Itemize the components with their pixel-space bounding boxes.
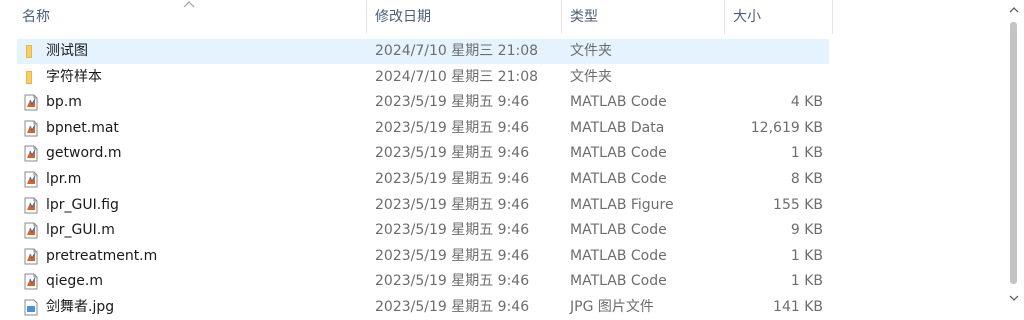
matlab-file-icon [24, 197, 38, 214]
column-header-row: 名称 修改日期 类型 大小 [0, 0, 1000, 34]
file-name: lpr_GUI.m [46, 222, 115, 239]
matlab-file-icon [24, 171, 38, 188]
matlab-file-icon [24, 120, 38, 137]
file-name: lpr.m [46, 171, 82, 187]
file-name: qiege.m [46, 273, 103, 290]
file-row[interactable]: 字符样本 2024/7/10 星期三 21:08 文件夹 [17, 65, 829, 90]
matlab-file-icon [24, 145, 38, 162]
file-type: 文件夹 [570, 68, 612, 85]
file-name: 字符样本 [46, 68, 102, 85]
matlab-file-icon [24, 273, 38, 290]
file-size: 141 KB [773, 299, 823, 315]
file-modified-date: 2023/5/19 星期五 9:46 [375, 119, 530, 136]
file-row[interactable]: lpr_GUI.m 2023/5/19 星期五 9:46 MATLAB Code 9 … [17, 218, 829, 243]
column-header-type-label: 类型 [570, 9, 598, 25]
file-type: 文件夹 [570, 43, 612, 59]
column-header-type[interactable]: 类型 [562, 0, 725, 34]
file-type: MATLAB Code [570, 145, 667, 162]
file-modified-date: 2023/5/19 星期五 9:46 [375, 299, 530, 315]
file-size: 1 KB [790, 273, 823, 290]
file-row[interactable]: pretreatment.m 2023/5/19 星期五 9:46 MATLAB C… [17, 244, 829, 269]
file-type: JPG 图片文件 [570, 299, 654, 315]
file-row[interactable]: 剑舞者.jpg 2023/5/19 星期五 9:46 JPG 图片文件 141 KB [17, 295, 829, 320]
vertical-scrollbar[interactable] [1003, 0, 1024, 311]
file-modified-date: 2023/5/19 星期五 9:46 [375, 196, 530, 213]
file-type: MATLAB Code [570, 273, 667, 290]
file-modified-date: 2023/5/19 星期五 9:46 [375, 273, 530, 290]
file-type: MATLAB Figure [570, 196, 674, 213]
file-row[interactable]: 测试图 2024/7/10 星期三 21:08 文件夹 [17, 39, 829, 64]
file-name: 剑舞者.jpg [46, 299, 115, 315]
folder-icon [26, 70, 32, 84]
matlab-file-icon [24, 222, 38, 239]
file-row[interactable]: bp.m 2023/5/19 星期五 9:46 MATLAB Code 4 KB [17, 90, 829, 115]
file-modified-date: 2023/5/19 星期五 9:46 [375, 145, 530, 162]
file-row[interactable]: lpr_GUI.fig 2023/5/19 星期五 9:46 MATLAB Figu… [17, 193, 829, 218]
file-modified-date: 2023/5/19 星期五 9:46 [375, 222, 530, 239]
column-header-name-label: 名称 [22, 9, 50, 25]
file-modified-date: 2023/5/19 星期五 9:46 [375, 171, 530, 187]
file-size: 1 KB [790, 247, 823, 264]
file-name: lpr_GUI.fig [46, 196, 119, 213]
file-modified-date: 2023/5/19 星期五 9:46 [375, 94, 530, 111]
file-row[interactable]: getword.m 2023/5/19 星期五 9:46 MATLAB Code 1 … [17, 141, 829, 166]
file-row[interactable]: lpr.m 2023/5/19 星期五 9:46 MATLAB Code 8 KB [17, 167, 829, 192]
file-size: 1 KB [790, 145, 823, 162]
column-header-size-label: 大小 [733, 9, 761, 25]
file-size: 12,619 KB [750, 119, 823, 136]
file-modified-date: 2024/7/10 星期三 21:08 [375, 68, 539, 85]
file-modified-date: 2023/5/19 星期五 9:46 [375, 247, 530, 264]
file-row[interactable]: qiege.m 2023/5/19 星期五 9:46 MATLAB Code 1 KB [17, 269, 829, 294]
folder-icon [26, 45, 32, 58]
column-header-modified-label: 修改日期 [375, 9, 431, 25]
matlab-file-icon [24, 248, 38, 265]
file-name: pretreatment.m [46, 247, 158, 264]
scroll-up-icon[interactable] [1009, 6, 1019, 14]
file-type: MATLAB Code [570, 171, 667, 187]
file-size: 9 KB [790, 222, 823, 239]
file-size: 4 KB [790, 94, 823, 111]
file-name: bpnet.mat [46, 119, 119, 136]
file-size: 155 KB [773, 196, 823, 213]
matlab-file-icon [24, 94, 38, 111]
file-size: 8 KB [790, 171, 823, 187]
file-type: MATLAB Code [570, 247, 667, 264]
column-header-modified[interactable]: 修改日期 [367, 0, 562, 34]
file-type: MATLAB Data [570, 119, 665, 136]
file-name: getword.m [46, 145, 122, 162]
file-type: MATLAB Code [570, 94, 667, 111]
file-row[interactable]: bpnet.mat 2023/5/19 星期五 9:46 MATLAB Data 12… [17, 116, 829, 141]
file-name: bp.m [46, 94, 82, 111]
scroll-down-icon[interactable] [1009, 294, 1019, 302]
scrollbar-thumb[interactable] [1010, 22, 1017, 284]
sort-ascending-icon [183, 1, 195, 8]
image-file-icon [24, 299, 38, 316]
file-type: MATLAB Code [570, 222, 667, 239]
file-name: 测试图 [46, 43, 88, 59]
column-header-size[interactable]: 大小 [725, 0, 833, 34]
file-modified-date: 2024/7/10 星期三 21:08 [375, 43, 539, 59]
